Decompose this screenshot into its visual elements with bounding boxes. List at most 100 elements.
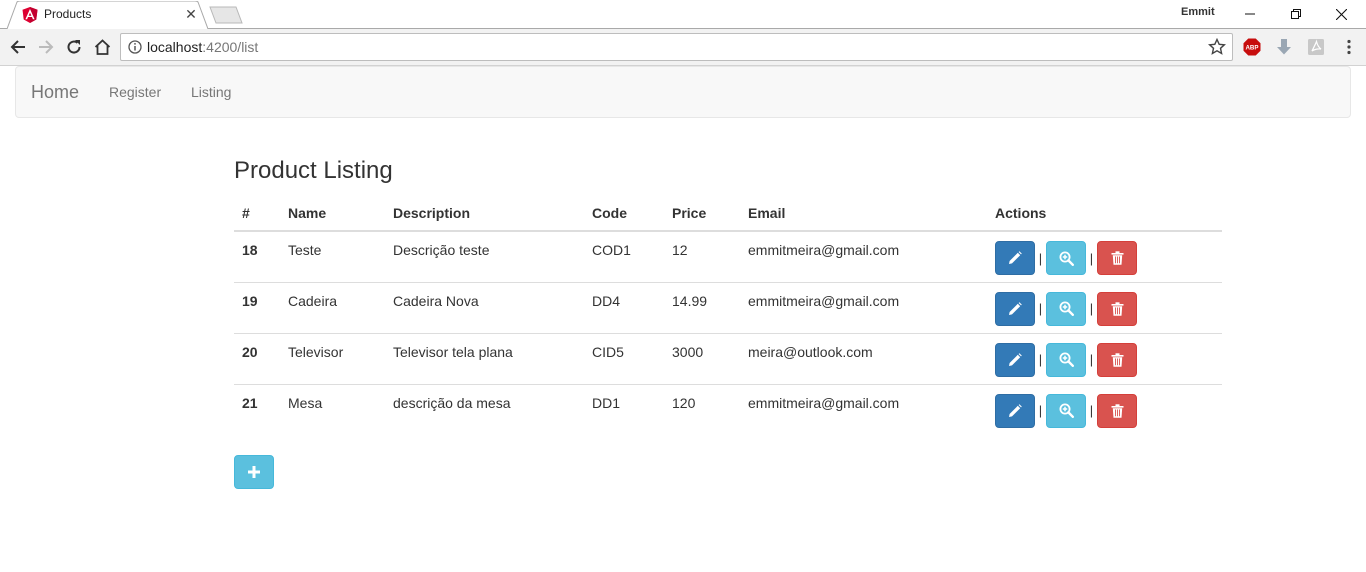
column-header-actions: Actions	[987, 195, 1222, 232]
column-header-name: Name	[280, 195, 385, 232]
view-button[interactable]	[1046, 241, 1086, 275]
delete-button[interactable]	[1097, 291, 1137, 326]
site-navbar: Home Register Listing	[15, 66, 1351, 118]
profile-name[interactable]: Emmit	[1181, 6, 1215, 18]
browser-toolbar: localhost:4200/list ABP	[0, 29, 1366, 66]
table-header-row: # Name Description Code Price Email Acti…	[234, 195, 1222, 232]
row-actions: | |	[995, 241, 1214, 275]
cell-id: 21	[234, 383, 280, 435]
view-button[interactable]	[1046, 291, 1086, 326]
view-button[interactable]	[1046, 393, 1086, 428]
tab-title: Products	[44, 7, 92, 21]
zoom-in-icon	[1059, 301, 1074, 316]
action-separator: |	[1089, 250, 1094, 266]
menu-kebab-icon[interactable]	[1340, 38, 1358, 56]
trash-icon	[1111, 352, 1123, 367]
column-header-description: Description	[385, 195, 584, 232]
address-bar[interactable]: localhost:4200/list	[120, 33, 1233, 61]
cell-name: Teste	[288, 242, 322, 258]
cell-id: 19	[234, 281, 280, 333]
delete-button[interactable]	[1097, 241, 1137, 275]
cell-actions: | |	[987, 383, 1222, 435]
home-icon[interactable]	[92, 37, 112, 57]
bookmark-star-icon[interactable]	[1208, 38, 1226, 56]
url-host: localhost	[147, 39, 203, 55]
delete-button[interactable]	[1097, 342, 1137, 377]
edit-button[interactable]	[995, 393, 1035, 428]
cell-code: CID5	[584, 332, 664, 384]
new-tab-button[interactable]	[209, 6, 243, 24]
trash-icon	[1111, 403, 1123, 418]
cell-price: 12	[672, 242, 688, 258]
pencil-icon	[1009, 403, 1022, 417]
edit-button[interactable]	[995, 291, 1035, 326]
adblock-plus-icon[interactable]: ABP	[1243, 38, 1261, 56]
action-separator: |	[1038, 403, 1043, 418]
browser-tabstrip: Products ✕ Emmit	[0, 0, 1366, 30]
pencil-icon	[1009, 301, 1022, 315]
trash-icon	[1111, 301, 1123, 316]
table-row: 19 Cadeira Cadeira Nova DD4 14.99 emmitm…	[234, 281, 1222, 333]
table-row: 21 Mesa descrição da mesa DD1 120 emmitm…	[234, 383, 1222, 435]
row-actions: | |	[995, 342, 1214, 377]
add-product-button[interactable]	[234, 455, 274, 489]
cell-id: 18	[242, 242, 258, 258]
row-actions: | |	[995, 291, 1214, 326]
nav-link-listing[interactable]: Listing	[191, 84, 231, 100]
info-icon[interactable]	[128, 40, 142, 54]
cell-code: COD1	[592, 242, 631, 258]
close-window-icon[interactable]	[1318, 0, 1364, 28]
nav-brand-home[interactable]: Home	[31, 82, 79, 103]
url-text: localhost:4200/list	[147, 39, 258, 55]
forward-arrow-icon[interactable]	[36, 37, 56, 57]
cell-email: meira@outlook.com	[740, 332, 987, 384]
cell-name: Cadeira	[280, 281, 385, 333]
cell-description: descrição da mesa	[385, 383, 584, 435]
cell-description: Televisor tela plana	[385, 332, 584, 384]
svg-text:ABP: ABP	[1245, 45, 1258, 52]
tab-close-icon[interactable]: ✕	[183, 6, 199, 22]
angular-favicon-icon	[22, 7, 38, 23]
view-button[interactable]	[1046, 342, 1086, 377]
cell-description: Cadeira Nova	[385, 281, 584, 333]
column-header-price: Price	[664, 195, 740, 232]
cell-description: Descrição teste	[393, 242, 490, 258]
edit-button[interactable]	[995, 241, 1035, 275]
reload-icon[interactable]	[64, 37, 84, 57]
zoom-in-icon	[1059, 403, 1074, 418]
action-separator: |	[1038, 352, 1043, 367]
action-separator: |	[1089, 301, 1094, 316]
cell-email: emmitmeira@gmail.com	[748, 242, 900, 258]
page-title: Product Listing	[234, 157, 393, 184]
action-separator: |	[1038, 250, 1043, 266]
column-header-code: Code	[584, 195, 664, 232]
cell-name: Mesa	[280, 383, 385, 435]
table-row: 20 Televisor Televisor tela plana CID5 3…	[234, 332, 1222, 384]
cell-code: DD4	[584, 281, 664, 333]
download-arrow-icon[interactable]	[1275, 38, 1293, 56]
cell-price: 3000	[664, 332, 740, 384]
trash-icon	[1111, 251, 1123, 265]
cell-id: 20	[234, 332, 280, 384]
nav-link-register[interactable]: Register	[109, 84, 161, 100]
action-separator: |	[1089, 403, 1094, 418]
zoom-in-icon	[1059, 251, 1074, 266]
cell-email: emmitmeira@gmail.com	[740, 383, 987, 435]
restore-icon[interactable]	[1273, 0, 1319, 28]
cell-price: 120	[664, 383, 740, 435]
action-separator: |	[1038, 301, 1043, 316]
delete-button[interactable]	[1097, 393, 1137, 428]
minimize-icon[interactable]	[1227, 0, 1273, 28]
cell-price: 14.99	[664, 281, 740, 333]
cell-actions: | |	[987, 231, 1222, 282]
url-path: :4200/list	[202, 39, 259, 55]
edit-button[interactable]	[995, 342, 1035, 377]
pdf-extension-icon[interactable]	[1307, 38, 1325, 56]
cell-email: emmitmeira@gmail.com	[740, 281, 987, 333]
zoom-in-icon	[1059, 352, 1074, 367]
back-arrow-icon[interactable]	[8, 37, 28, 57]
plus-icon	[248, 466, 260, 478]
column-header-email: Email	[740, 195, 987, 232]
browser-tab-products[interactable]: Products ✕	[7, 1, 208, 29]
pencil-icon	[1009, 352, 1022, 366]
